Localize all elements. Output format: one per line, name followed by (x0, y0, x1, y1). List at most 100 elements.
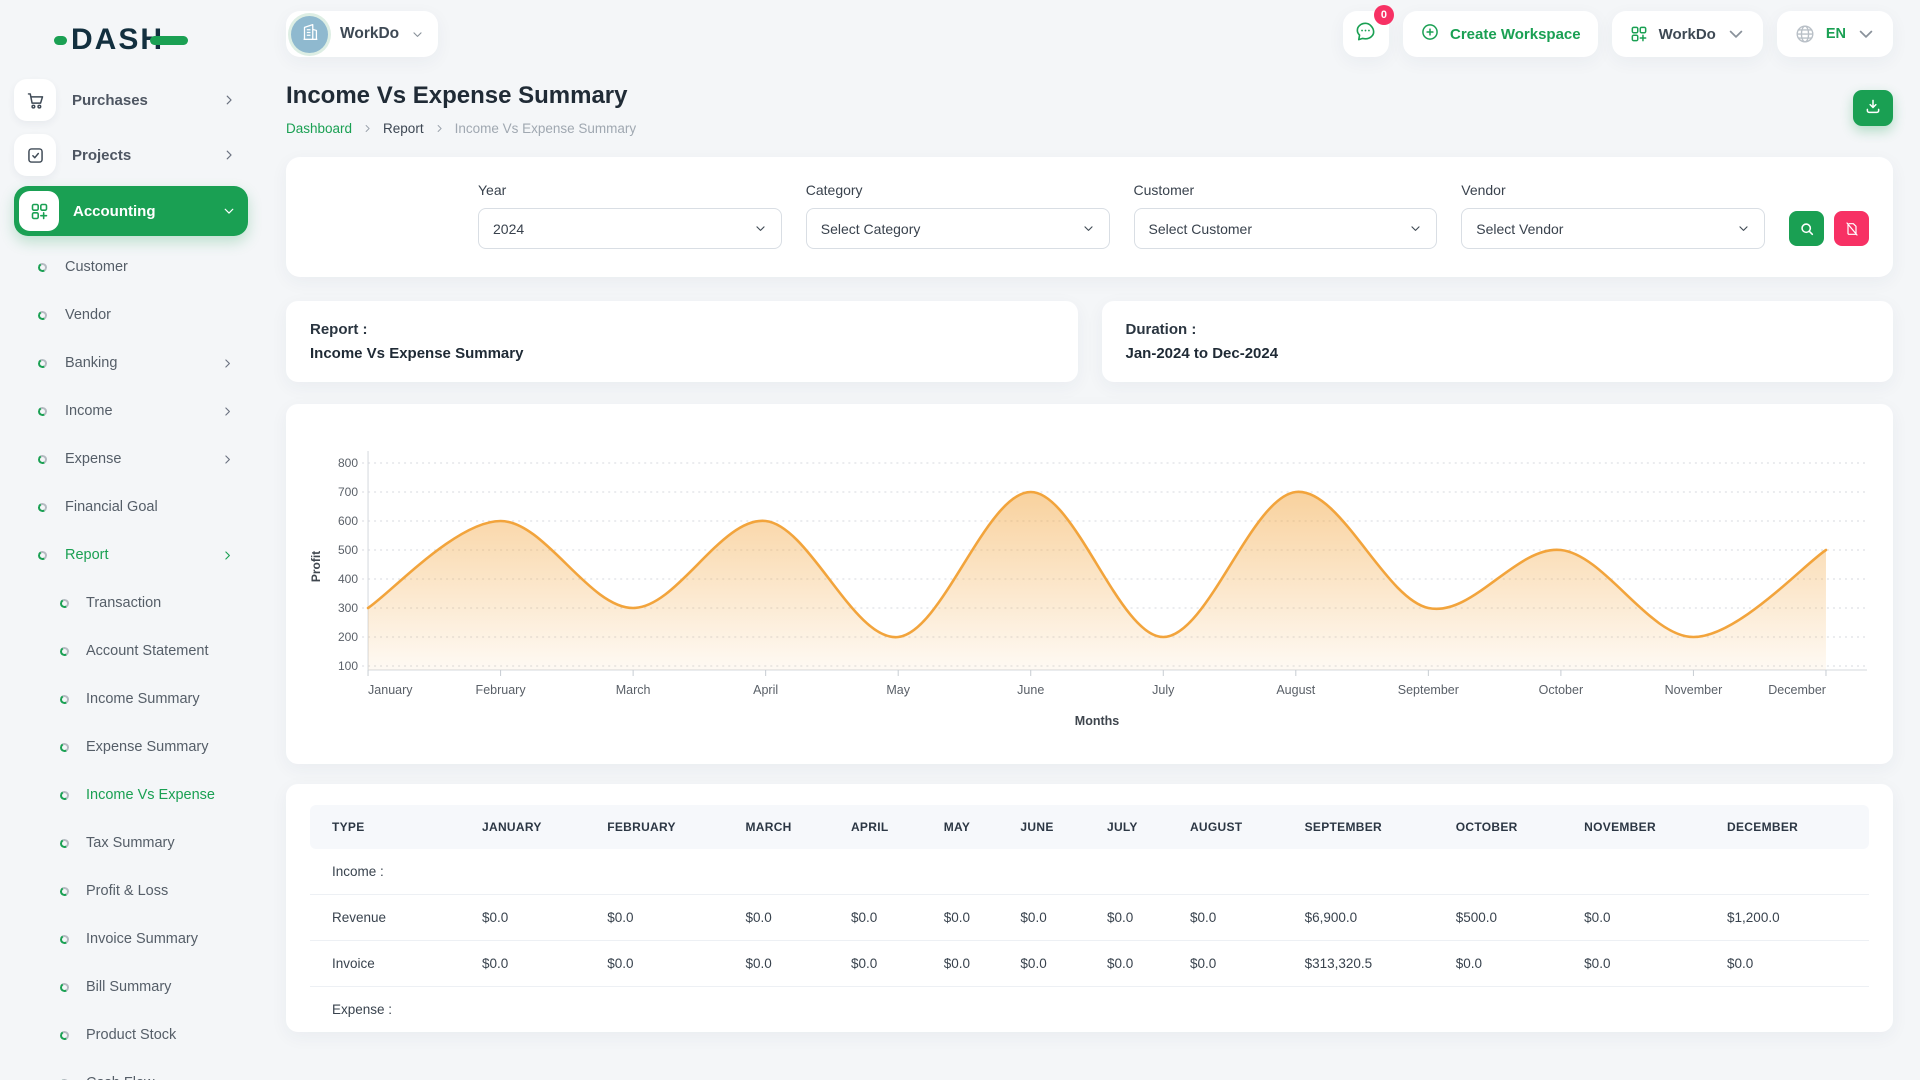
sidebar-item-label: Expense Summary (86, 739, 209, 755)
page-head: Income Vs Expense Summary Dashboard Repo… (286, 82, 1893, 136)
language-code: EN (1826, 26, 1846, 42)
breadcrumb-current: Income Vs Expense Summary (455, 121, 637, 136)
col-header-april: APRIL (851, 805, 944, 849)
chart-card: 800700600500400300200100JanuaryFebruaryM… (286, 404, 1893, 764)
sidebar-item-purchases[interactable]: Purchases (14, 76, 248, 124)
bullet-icon (37, 262, 48, 273)
sidebar-item-profit-loss[interactable]: Profit & Loss (14, 867, 248, 915)
workspace-name: WorkDo (340, 25, 399, 43)
card-title: Report : (310, 321, 1054, 338)
widget-icon (19, 191, 59, 231)
chevron-right-icon (222, 93, 236, 107)
bullet-icon (37, 502, 48, 513)
select-value: Select Customer (1149, 221, 1252, 237)
plus-circle-icon (1420, 22, 1440, 46)
workspace-menu-label: WorkDo (1659, 26, 1716, 43)
select-customer[interactable]: Select Customer (1134, 208, 1438, 249)
chevron-right-icon (221, 357, 234, 370)
filter-field-vendor: VendorSelect Vendor (1461, 182, 1765, 249)
sidebar-item-invoice-summary[interactable]: Invoice Summary (14, 915, 248, 963)
chevron-right-icon (221, 549, 234, 562)
x-tick-label: September (1398, 683, 1459, 697)
search-button[interactable] (1789, 211, 1824, 246)
grid-plus-icon (1629, 24, 1649, 44)
sidebar-item-transaction[interactable]: Transaction (14, 579, 248, 627)
cart-icon (14, 79, 56, 121)
chevron-down-icon (754, 222, 767, 235)
building-icon (299, 21, 321, 48)
workspace-switcher[interactable]: WorkDo (286, 11, 438, 57)
y-tick-label: 300 (338, 601, 358, 615)
select-category[interactable]: Select Category (806, 208, 1110, 249)
cell-value: $0.0 (1190, 895, 1305, 941)
y-tick-label: 600 (338, 514, 358, 528)
col-header-march: MARCH (745, 805, 850, 849)
sidebar-item-product-stock[interactable]: Product Stock (14, 1011, 248, 1059)
language-selector[interactable]: EN (1777, 11, 1893, 57)
select-value: Select Category (821, 221, 921, 237)
card-value: Jan-2024 to Dec-2024 (1126, 345, 1870, 362)
sidebar-item-vendor[interactable]: Vendor (14, 291, 248, 339)
download-button[interactable] (1853, 90, 1893, 126)
sidebar-item-tax-summary[interactable]: Tax Summary (14, 819, 248, 867)
reset-button[interactable] (1834, 211, 1869, 246)
cell-value: $0.0 (1020, 895, 1107, 941)
file-off-icon (1844, 221, 1860, 237)
sidebar-item-label: Account Statement (86, 643, 209, 659)
sidebar-item-bill-summary[interactable]: Bill Summary (14, 963, 248, 1011)
table-row-revenue: Revenue$0.0$0.0$0.0$0.0$0.0$0.0$0.0$0.0$… (310, 895, 1869, 941)
select-vendor[interactable]: Select Vendor (1461, 208, 1765, 249)
sidebar-item-income-vs-expense[interactable]: Income Vs Expense (14, 771, 248, 819)
chevron-right-icon (362, 123, 373, 134)
select-year[interactable]: 2024 (478, 208, 782, 249)
cell-value: $0.0 (1020, 941, 1107, 987)
card-value: Income Vs Expense Summary (310, 345, 1054, 362)
cell-value: $0.0 (1584, 895, 1727, 941)
col-header-may: MAY (944, 805, 1021, 849)
globe-icon (1794, 23, 1816, 45)
brand-logo[interactable]: DASH (14, 14, 258, 66)
sidebar-item-label: Income (65, 403, 113, 419)
breadcrumb-report[interactable]: Report (383, 121, 424, 136)
sidebar-item-label: Customer (65, 259, 128, 275)
bullet-icon (59, 838, 70, 849)
sidebar-item-financial-goal[interactable]: Financial Goal (14, 483, 248, 531)
sidebar-item-expense[interactable]: Expense (14, 435, 248, 483)
sidebar-item-label: Tax Summary (86, 835, 175, 851)
bullet-icon (59, 1030, 70, 1041)
col-header-february: FEBRUARY (607, 805, 745, 849)
sidebar-item-income[interactable]: Income (14, 387, 248, 435)
bullet-icon (59, 742, 70, 753)
sidebar-item-accounting[interactable]: Accounting (14, 186, 248, 236)
breadcrumb-dashboard[interactable]: Dashboard (286, 121, 352, 136)
col-header-january: JANUARY (482, 805, 607, 849)
cell-value: $0.0 (851, 941, 944, 987)
workspace-menu-button[interactable]: WorkDo (1612, 11, 1763, 57)
sidebar-item-account-statement[interactable]: Account Statement (14, 627, 248, 675)
col-header-november: NOVEMBER (1584, 805, 1727, 849)
y-tick-label: 500 (338, 543, 358, 557)
topbar-actions: 0 Create Workspace WorkDo EN (1343, 11, 1893, 57)
page-title: Income Vs Expense Summary (286, 82, 636, 110)
sidebar-item-expense-summary[interactable]: Expense Summary (14, 723, 248, 771)
workspace-avatar (291, 16, 328, 53)
sidebar-item-customer[interactable]: Customer (14, 243, 248, 291)
cell-value: $0.0 (482, 895, 607, 941)
sidebar-item-cash-flow[interactable]: Cash Flow (14, 1059, 248, 1080)
x-tick-label: January (368, 683, 413, 697)
filter-field-category: Category Select Category (806, 182, 1110, 249)
sidebar-item-report[interactable]: Report (14, 531, 248, 579)
filter-row: Year2024CategorySelect CategoryCustomerS… (478, 182, 1869, 249)
filter-label: Category (806, 182, 1110, 198)
chevron-down-icon (1082, 222, 1095, 235)
messages-button[interactable]: 0 (1343, 11, 1389, 57)
sidebar-item-income-summary[interactable]: Income Summary (14, 675, 248, 723)
summary-cards-row: Report :Income Vs Expense SummaryDuratio… (286, 301, 1893, 382)
download-icon (1864, 97, 1882, 120)
sidebar-item-label: Income Vs Expense (86, 787, 215, 803)
create-workspace-button[interactable]: Create Workspace (1403, 11, 1598, 57)
sidebar-item-projects[interactable]: Projects (14, 131, 248, 179)
col-header-december: DECEMBER (1727, 805, 1869, 849)
cell-value: $0.0 (607, 895, 745, 941)
sidebar-item-banking[interactable]: Banking (14, 339, 248, 387)
